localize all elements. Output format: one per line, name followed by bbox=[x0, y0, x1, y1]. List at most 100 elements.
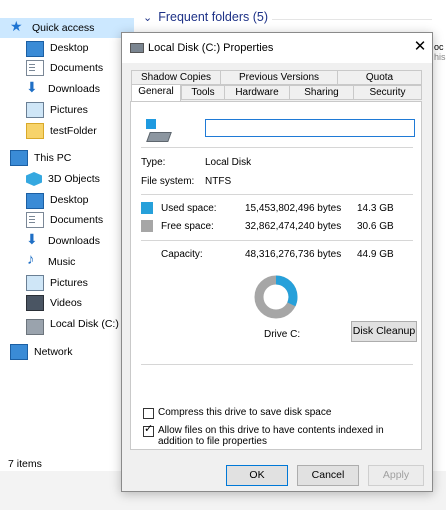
apply-button[interactable]: Apply bbox=[368, 465, 424, 486]
tab-sharing[interactable]: Sharing bbox=[289, 85, 354, 100]
nav-quick-access[interactable]: Quick access bbox=[0, 18, 134, 38]
nav-item-desktop[interactable]: Desktop bbox=[26, 38, 89, 58]
used-space-label: Used space: bbox=[161, 203, 217, 214]
used-space-gb: 14.3 GB bbox=[357, 203, 394, 214]
downloads-icon bbox=[26, 231, 42, 248]
nav-item-pc-desktop[interactable]: Desktop bbox=[26, 190, 89, 210]
drive-icon bbox=[26, 318, 44, 335]
nav-label: Videos bbox=[50, 297, 82, 309]
nav-item-3d-objects[interactable]: 3D Objects bbox=[26, 169, 100, 189]
nav-label: Desktop bbox=[50, 42, 89, 54]
capacity-label: Capacity: bbox=[161, 249, 203, 260]
tab-general[interactable]: General bbox=[131, 84, 181, 101]
nav-label: Pictures bbox=[50, 277, 88, 289]
nav-label: Documents bbox=[50, 214, 104, 226]
tab-security[interactable]: Security bbox=[353, 85, 422, 100]
index-label: Allow files on this drive to have conten… bbox=[158, 425, 384, 447]
nav-item-downloads[interactable]: Downloads bbox=[26, 79, 100, 99]
pictures-icon bbox=[26, 275, 44, 291]
star-icon bbox=[10, 18, 26, 35]
type-label: Type: bbox=[141, 157, 166, 168]
nav-label: Local Disk (C:) bbox=[50, 318, 119, 330]
videos-icon bbox=[26, 295, 44, 311]
nav-item-pc-documents[interactable]: Documents bbox=[26, 210, 103, 230]
divider bbox=[141, 194, 413, 195]
nav-item-documents[interactable]: Documents bbox=[26, 58, 103, 78]
nav-label: 3D Objects bbox=[48, 173, 100, 185]
truncated-text-2: his bbox=[434, 52, 446, 62]
index-checkbox[interactable] bbox=[143, 424, 154, 437]
nav-label: Quick access bbox=[32, 22, 95, 34]
nav-item-pc-pictures[interactable]: Pictures bbox=[26, 273, 88, 293]
documents-icon bbox=[26, 212, 44, 228]
file-system-value: NTFS bbox=[205, 176, 232, 187]
chevron-down-icon: ⌄ bbox=[143, 11, 153, 24]
nav-label: This PC bbox=[34, 152, 72, 164]
capacity-gb: 44.9 GB bbox=[357, 249, 394, 260]
close-button[interactable]: ✕ bbox=[410, 37, 430, 57]
type-value: Local Disk bbox=[205, 157, 252, 168]
free-space-swatch bbox=[141, 220, 153, 232]
free-space-bytes: 32,862,474,240 bytes bbox=[245, 221, 342, 232]
drive-label: Drive C: bbox=[264, 329, 301, 340]
nav-item-pc-downloads[interactable]: Downloads bbox=[26, 231, 100, 251]
nav-item-pictures[interactable]: Pictures bbox=[26, 100, 88, 120]
desktop-icon bbox=[26, 40, 44, 57]
desktop-icon bbox=[26, 192, 44, 209]
tab-previous-versions[interactable]: Previous Versions bbox=[220, 70, 338, 85]
tab-hardware[interactable]: Hardware bbox=[224, 85, 290, 100]
file-system-label: File system: bbox=[141, 176, 195, 187]
computer-icon bbox=[10, 150, 28, 166]
drive-icon bbox=[144, 119, 172, 145]
tab-quota[interactable]: Quota bbox=[337, 70, 422, 85]
nav-label: Network bbox=[34, 346, 73, 358]
nav-label: Documents bbox=[50, 62, 104, 74]
apply-label: Apply bbox=[382, 469, 410, 481]
free-space-label: Free space: bbox=[161, 221, 214, 232]
ok-label: OK bbox=[249, 469, 265, 481]
free-space-gb: 30.6 GB bbox=[357, 221, 394, 232]
disk-cleanup-button[interactable]: Disk Cleanup bbox=[351, 321, 417, 342]
nav-network[interactable]: Network bbox=[10, 342, 73, 362]
volume-name-input[interactable] bbox=[205, 119, 415, 137]
folder-icon bbox=[26, 123, 44, 139]
tab-tools[interactable]: Tools bbox=[181, 85, 225, 100]
compress-checkbox[interactable] bbox=[143, 408, 154, 419]
capacity-bytes: 48,316,276,736 bytes bbox=[245, 249, 342, 260]
nav-item-local-disk[interactable]: Local Disk (C:) bbox=[26, 314, 119, 335]
pictures-icon bbox=[26, 102, 44, 118]
nav-this-pc[interactable]: This PC bbox=[10, 148, 71, 168]
properties-dialog: Local Disk (C:) Properties ✕ Shadow Copi… bbox=[121, 32, 433, 492]
cancel-button[interactable]: Cancel bbox=[297, 465, 359, 486]
divider bbox=[272, 19, 432, 20]
divider bbox=[141, 240, 413, 241]
drive-icon bbox=[130, 43, 144, 53]
disk-usage-donut bbox=[254, 275, 298, 319]
dialog-titlebar[interactable]: Local Disk (C:) Properties ✕ bbox=[122, 33, 432, 63]
nav-label: Desktop bbox=[50, 194, 89, 206]
truncated-text-1: oc bbox=[434, 42, 444, 52]
nav-item-music[interactable]: Music bbox=[26, 251, 75, 272]
disk-cleanup-label: Disk Cleanup bbox=[352, 325, 416, 337]
frequent-folders-label: Frequent folders (5) bbox=[158, 10, 268, 24]
music-icon bbox=[26, 251, 42, 269]
frequent-folders-header[interactable]: ⌄ Frequent folders (5) bbox=[143, 10, 268, 24]
compress-option[interactable]: Compress this drive to save disk space bbox=[143, 407, 331, 419]
cancel-label: Cancel bbox=[311, 469, 345, 481]
status-bar-item-count: 7 items bbox=[8, 458, 42, 470]
index-option[interactable]: Allow files on this drive to have conten… bbox=[143, 424, 411, 447]
navigation-pane: Quick access Desktop Documents Downloads… bbox=[0, 0, 136, 470]
nav-item-testfolder[interactable]: testFolder bbox=[26, 121, 97, 141]
dialog-title: Local Disk (C:) Properties bbox=[148, 42, 274, 54]
divider bbox=[141, 147, 413, 148]
network-icon bbox=[10, 344, 28, 360]
compress-label: Compress this drive to save disk space bbox=[158, 407, 332, 418]
3d-objects-icon bbox=[26, 172, 42, 186]
general-tab-panel: Type: Local Disk File system: NTFS Used … bbox=[130, 101, 422, 450]
used-space-swatch bbox=[141, 202, 153, 214]
divider bbox=[141, 364, 413, 365]
nav-item-videos[interactable]: Videos bbox=[26, 293, 82, 313]
ok-button[interactable]: OK bbox=[226, 465, 288, 486]
tab-shadow-copies[interactable]: Shadow Copies bbox=[131, 70, 221, 85]
documents-icon bbox=[26, 60, 44, 76]
